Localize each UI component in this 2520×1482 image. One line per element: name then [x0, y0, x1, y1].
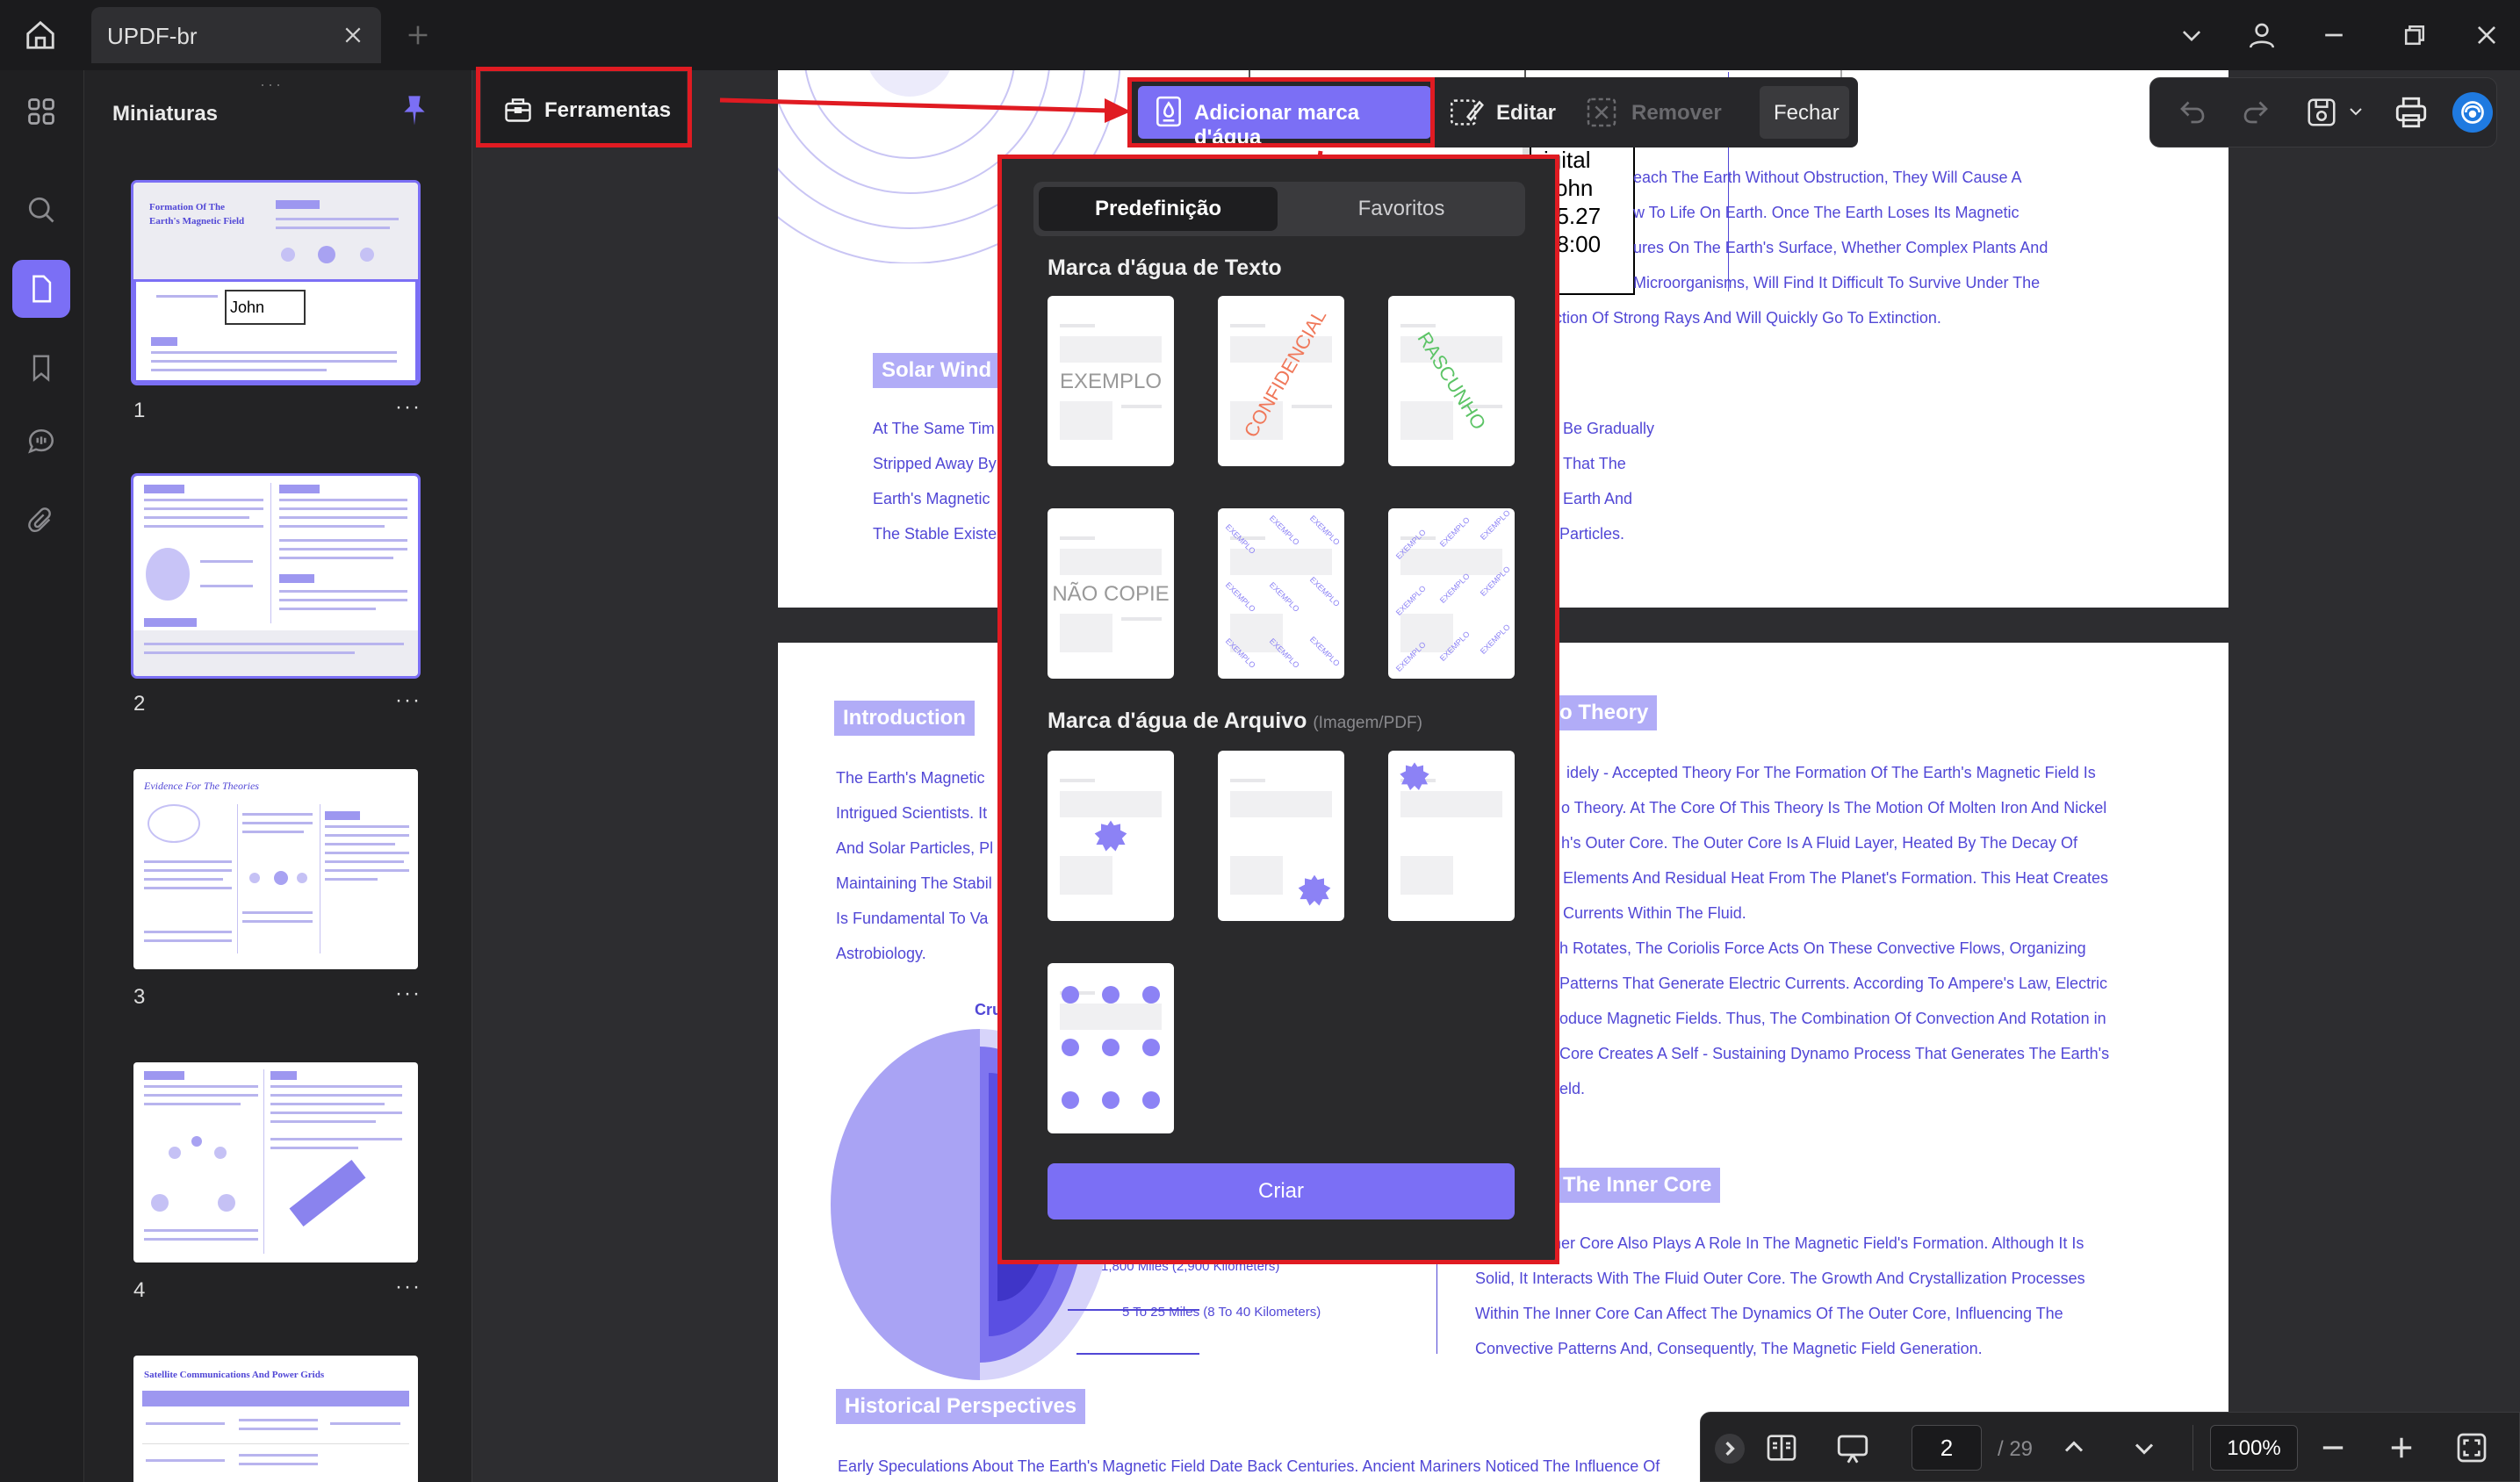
right-toolbar	[2149, 77, 2497, 147]
edit-watermark-label[interactable]: Editar	[1496, 101, 1556, 126]
remove-watermark-icon[interactable]	[1584, 95, 1619, 130]
page-total: / 29	[1998, 1437, 2034, 1461]
redo-icon[interactable]	[2240, 96, 2272, 127]
close-watermark-button[interactable]: Fechar	[1760, 86, 1849, 139]
zoom-in-icon[interactable]	[2387, 1434, 2416, 1462]
zoom-out-icon[interactable]	[2319, 1434, 2347, 1462]
fit-page-icon[interactable]	[2454, 1430, 2489, 1465]
chevron-down-icon[interactable]	[2347, 103, 2365, 120]
undo-icon[interactable]	[2177, 96, 2208, 127]
zoom-level[interactable]: 100%	[2210, 1425, 2298, 1471]
ai-assistant-icon[interactable]	[2452, 92, 2493, 133]
edit-watermark-icon[interactable]	[1449, 95, 1484, 130]
presentation-icon[interactable]	[1834, 1430, 1871, 1467]
highlight-box	[997, 155, 1559, 1264]
bottom-toolbar: / 29 100%	[1700, 1412, 2520, 1482]
highlight-box	[1127, 77, 1435, 147]
close-label: Fechar	[1774, 101, 1840, 125]
page-number-input[interactable]	[1912, 1425, 1982, 1471]
remove-watermark-label[interactable]: Remover	[1631, 101, 1722, 126]
chevron-down-icon[interactable]	[2131, 1435, 2157, 1462]
chevron-up-icon[interactable]	[2061, 1434, 2087, 1460]
reading-mode-icon[interactable]	[1764, 1430, 1799, 1465]
collapse-icon[interactable]	[1715, 1434, 1745, 1464]
print-icon[interactable]	[2393, 94, 2430, 131]
save-icon[interactable]	[2305, 96, 2338, 129]
